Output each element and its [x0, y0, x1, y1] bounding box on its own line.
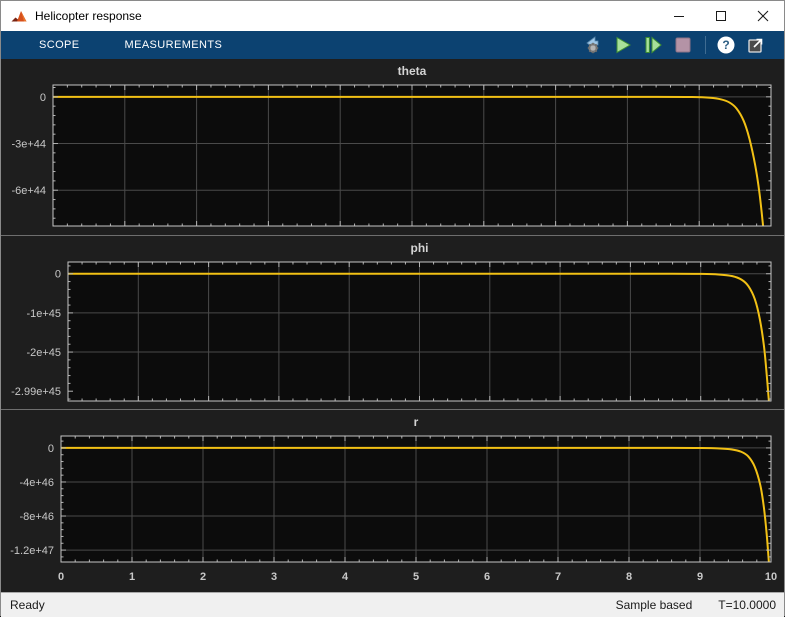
svg-text:1: 1	[129, 571, 135, 583]
popout-button[interactable]	[744, 33, 768, 57]
svg-text:-3e+44: -3e+44	[11, 139, 46, 151]
svg-text:6: 6	[484, 571, 490, 583]
step-forward-icon	[643, 35, 663, 55]
theta-plot[interactable]: 0 -3e+44 -6e+44	[1, 59, 784, 235]
step-back-button[interactable]	[581, 33, 605, 57]
minimize-icon	[673, 10, 685, 22]
scope-canvas: theta 0-3e+44-6e+44 phi 0-1e+45-2e+45-2.…	[1, 59, 784, 592]
r-plot[interactable]: 0 -4e+46 -8e+46 -1.2e+47 0 1 2 3 4 5 6 7 8 9 10	[1, 410, 784, 591]
play-icon	[613, 35, 633, 55]
toolbar-divider	[705, 36, 706, 54]
status-ready: Ready	[10, 598, 45, 612]
titlebar: Helicopter response	[1, 1, 784, 31]
svg-text:9: 9	[697, 571, 703, 583]
svg-text:8: 8	[626, 571, 632, 583]
maximize-icon	[715, 10, 727, 22]
svg-text:-8e+46: -8e+46	[19, 511, 54, 523]
tab-scope[interactable]: SCOPE	[39, 39, 80, 51]
panel-phi: phi 0-1e+45-2e+45-2.99e+45	[1, 235, 784, 409]
svg-text:0: 0	[40, 92, 46, 104]
svg-text:7: 7	[555, 571, 561, 583]
help-button[interactable]: ?	[714, 33, 738, 57]
scope-window: Helicopter response SCOPE MEASUREMENTS	[0, 0, 785, 616]
svg-text:4: 4	[342, 571, 349, 583]
minimize-button[interactable]	[658, 1, 700, 31]
svg-text:5: 5	[413, 571, 419, 583]
step-forward-button[interactable]	[641, 33, 665, 57]
panel-r: r 0-4e+46-8e+46-1.2e+47012345678910	[1, 409, 784, 590]
toolstrip: SCOPE MEASUREMENTS	[1, 31, 784, 59]
svg-text:0: 0	[55, 269, 61, 281]
svg-text:0: 0	[58, 571, 64, 583]
svg-text:-1.2e+47: -1.2e+47	[10, 545, 54, 557]
panel-theta: theta 0-3e+44-6e+44	[1, 59, 784, 235]
svg-text:-2e+45: -2e+45	[26, 347, 61, 359]
svg-text:?: ?	[722, 38, 729, 52]
phi-plot[interactable]: 0 -1e+45 -2e+45 -2.99e+45	[1, 236, 784, 410]
svg-text:2: 2	[200, 571, 206, 583]
tab-measurements[interactable]: MEASUREMENTS	[125, 39, 223, 51]
popout-icon	[746, 35, 766, 55]
svg-text:-2.99e+45: -2.99e+45	[11, 386, 61, 398]
question-icon: ?	[716, 35, 736, 55]
window-title: Helicopter response	[35, 9, 142, 23]
svg-text:-6e+44: -6e+44	[11, 185, 46, 197]
svg-text:-4e+46: -4e+46	[19, 477, 54, 489]
run-button[interactable]	[611, 33, 635, 57]
close-icon	[757, 10, 769, 22]
svg-text:0: 0	[48, 443, 54, 455]
svg-text:10: 10	[765, 571, 777, 583]
maximize-button[interactable]	[700, 1, 742, 31]
stop-button[interactable]	[671, 33, 695, 57]
svg-text:3: 3	[271, 571, 277, 583]
close-button[interactable]	[742, 1, 784, 31]
svg-text:-1e+45: -1e+45	[26, 308, 61, 320]
status-sim-time: T=10.0000	[718, 598, 776, 612]
statusbar: Ready Sample based T=10.0000	[1, 592, 784, 617]
step-back-gear-icon	[583, 35, 603, 55]
status-sample-mode: Sample based	[616, 598, 693, 612]
stop-icon	[673, 35, 693, 55]
matlab-logo-icon	[11, 8, 27, 24]
